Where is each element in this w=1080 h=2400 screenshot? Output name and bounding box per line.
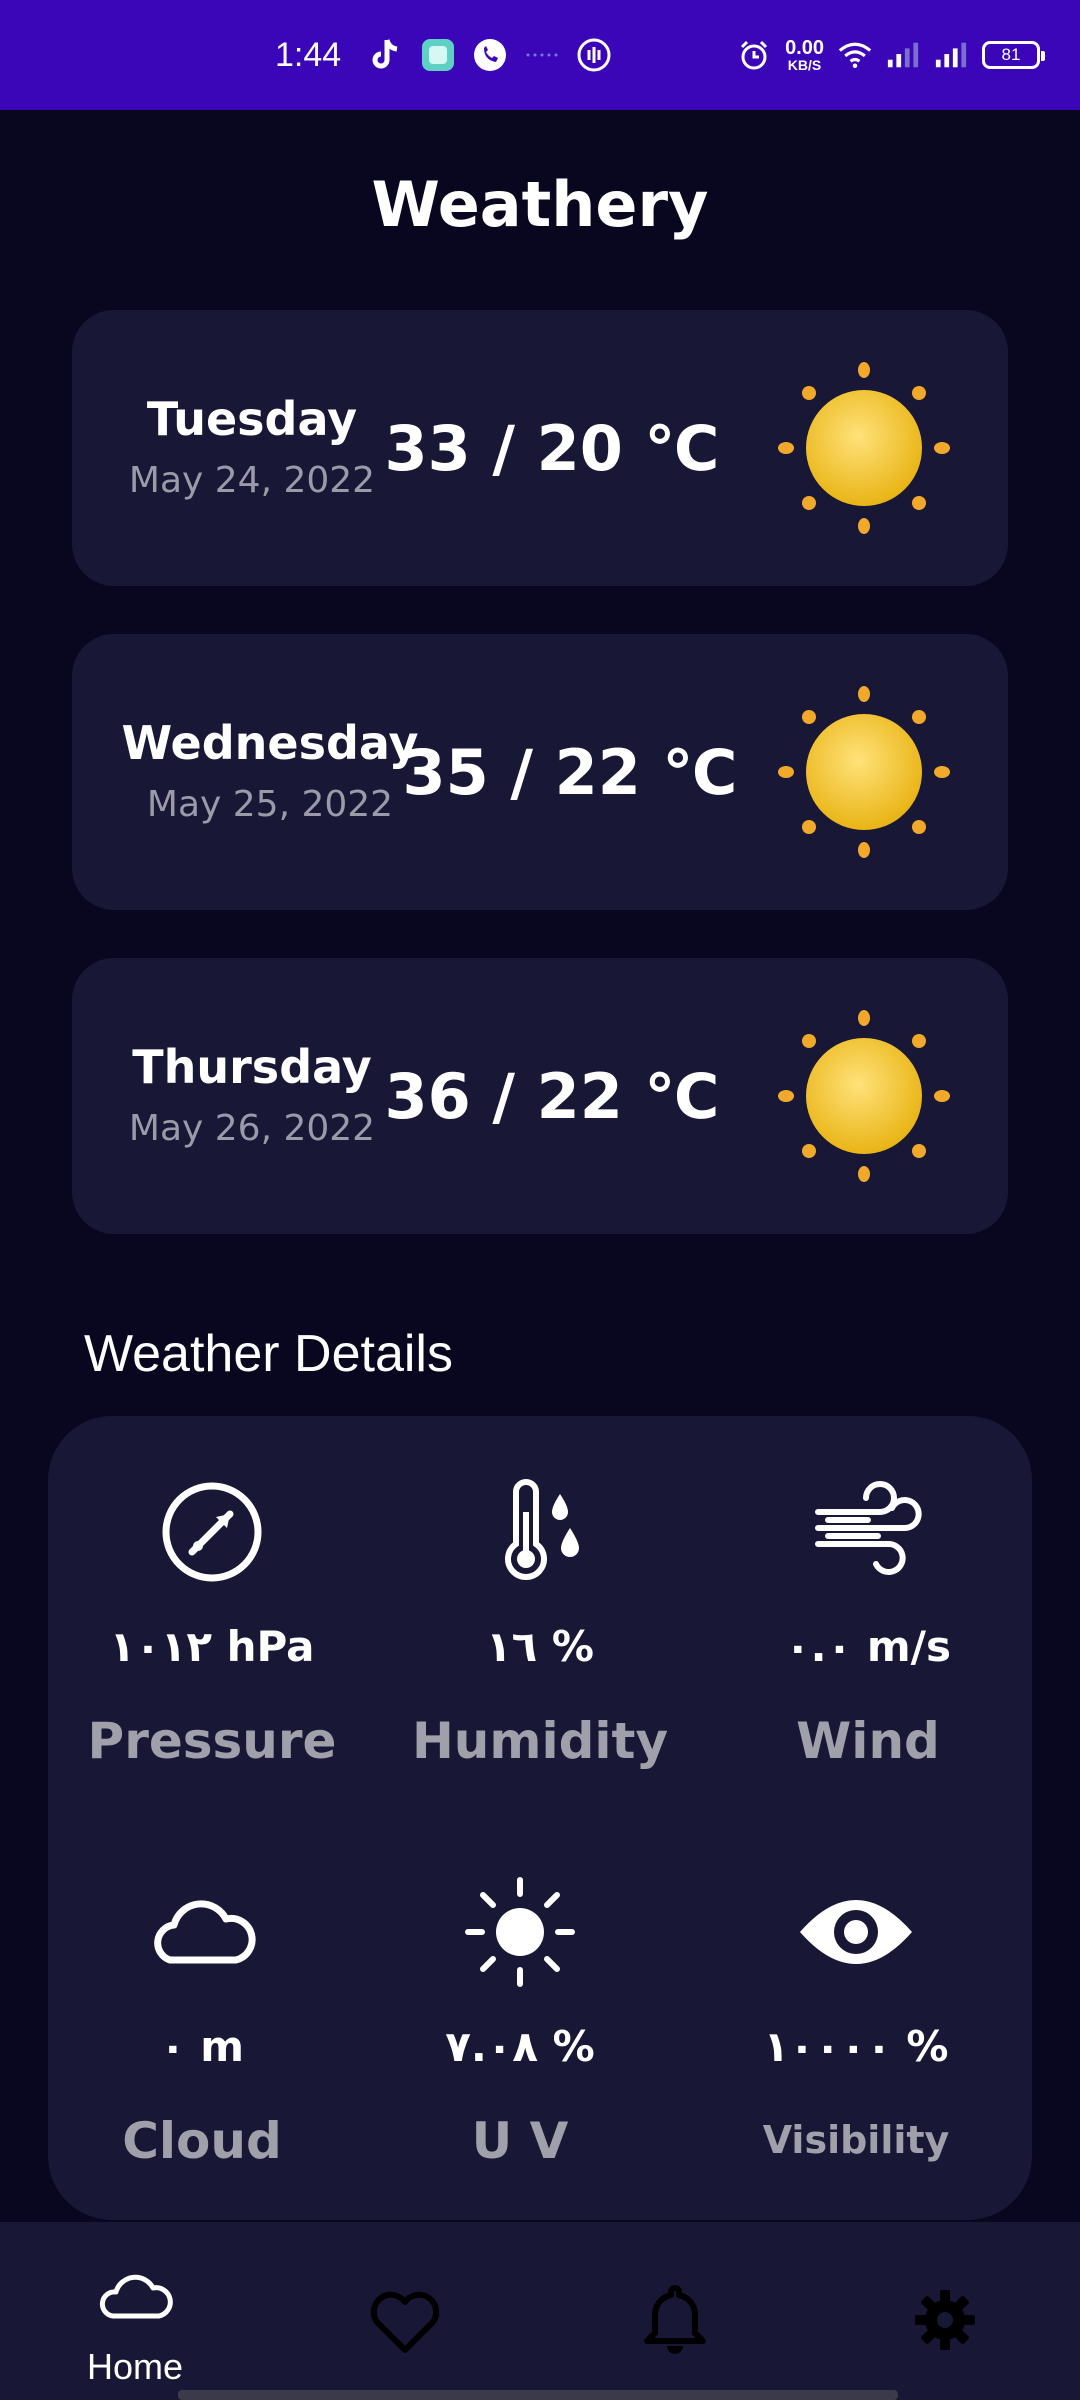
alarm-icon — [737, 38, 771, 72]
bell-icon — [644, 2285, 706, 2354]
uv-label: U V — [471, 2112, 569, 2170]
gesture-bar — [178, 2390, 898, 2400]
gauge-icon — [162, 1482, 262, 1582]
cloud-icon — [154, 1900, 256, 1964]
forecast-temp: 36 / 22 ℃ — [384, 1060, 720, 1133]
status-bar: 1:44 0.00 KB/S 81 — [0, 0, 1080, 110]
signal-icon — [934, 38, 968, 72]
detail-uv: ٧.٠٨ % U V — [356, 1872, 684, 2170]
sun-outline-icon — [465, 1877, 575, 1987]
notification-icons — [369, 38, 611, 72]
tiktok-icon — [369, 38, 403, 72]
nav-label-home: Home — [86, 2346, 184, 2387]
detail-wind: ٠.٠ m/s Wind — [704, 1472, 1032, 1770]
humidity-value: ١٦ % — [486, 1622, 594, 1671]
forecast-temp: 33 / 20 ℃ — [384, 412, 720, 485]
bottom-navigation: Home — [0, 2222, 1080, 2400]
weather-details-heading: Weather Details — [84, 1325, 453, 1383]
system-icons: 0.00 KB/S 81 — [737, 38, 1045, 72]
nav-item-favorites[interactable] — [270, 2222, 540, 2400]
sun-icon — [778, 686, 950, 858]
gear-icon — [915, 2290, 975, 2350]
sun-icon — [778, 362, 950, 534]
app-icon — [421, 38, 455, 72]
cloud-icon — [99, 2274, 173, 2319]
sound-icon — [577, 38, 611, 72]
detail-visibility: ١٠٠٠٠ % Visibility — [692, 1872, 1020, 2162]
nav-item-alerts[interactable] — [540, 2222, 810, 2400]
net-speed-unit: KB/S — [787, 57, 822, 73]
forecast-card[interactable]: Tuesday May 24, 2022 33 / 20 ℃ — [72, 310, 1008, 586]
detail-pressure: ١٠١٢ hPa Pressure — [48, 1472, 376, 1770]
dots-icon — [525, 38, 559, 72]
app-title: Weathery — [371, 168, 709, 241]
forecast-card[interactable]: Wednesday May 25, 2022 35 / 22 ℃ — [72, 634, 1008, 910]
visibility-value: ١٠٠٠٠ % — [763, 2022, 949, 2071]
heart-icon — [370, 2291, 440, 2353]
cloud-label: Cloud — [122, 2112, 282, 2170]
pressure-label: Pressure — [87, 1712, 337, 1770]
phone-icon — [473, 38, 507, 72]
sun-icon — [778, 1010, 950, 1182]
thermometer-drops-icon — [505, 1479, 579, 1580]
wind-value: ٠.٠ m/s — [785, 1622, 951, 1671]
wind-label: Wind — [796, 1712, 940, 1770]
uv-value: ٧.٠٨ % — [445, 2022, 595, 2071]
net-speed-value: 0.00 — [785, 37, 824, 59]
weather-details-panel: ١٠١٢ hPa Pressure ١٦ % Humidity ٠.٠ m/s … — [48, 1416, 1032, 2220]
nav-item-settings[interactable] — [810, 2222, 1080, 2400]
status-time: 1:44 — [275, 35, 342, 74]
battery-indicator: 81 — [982, 41, 1045, 69]
humidity-label: Humidity — [411, 1712, 669, 1770]
wind-icon — [815, 1481, 922, 1575]
forecast-temp: 35 / 22 ℃ — [402, 736, 738, 809]
cloud-value: ٠ m — [159, 2022, 245, 2071]
detail-cloud: ٠ m Cloud — [38, 1872, 366, 2170]
wifi-icon — [838, 38, 872, 72]
forecast-card[interactable]: Thursday May 26, 2022 36 / 22 ℃ — [72, 958, 1008, 1234]
signal-icon — [886, 38, 920, 72]
visibility-label: Visibility — [762, 2118, 950, 2162]
net-speed: 0.00 KB/S — [785, 38, 824, 72]
nav-item-home[interactable]: Home — [0, 2222, 270, 2400]
pressure-value: ١٠١٢ hPa — [109, 1622, 315, 1671]
eye-icon — [800, 1900, 912, 1964]
detail-humidity: ١٦ % Humidity — [376, 1472, 704, 1770]
